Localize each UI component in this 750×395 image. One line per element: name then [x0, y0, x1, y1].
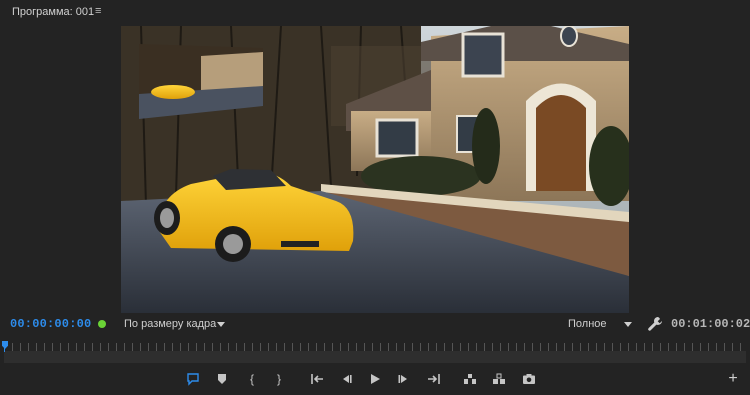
go-to-in-icon[interactable] [309, 371, 325, 387]
transport-controls: { } + [0, 368, 750, 392]
add-marker-icon[interactable] [185, 371, 201, 387]
play-icon[interactable] [367, 371, 383, 387]
marker-icon[interactable] [214, 371, 230, 387]
extract-icon[interactable] [491, 371, 507, 387]
monitor-controls: 00:00:00:00 По размеру кадра Полное 00:0… [0, 316, 750, 336]
chevron-down-icon [624, 321, 632, 327]
program-monitor [0, 24, 750, 316]
fit-dropdown-value: По размеру кадра [124, 318, 217, 330]
ruler-ticks [4, 343, 746, 351]
step-back-icon[interactable] [338, 371, 354, 387]
resolution-dropdown-value: Полное [568, 318, 607, 330]
panel-menu-icon[interactable]: ≡ [95, 5, 105, 17]
duration-timecode: 00:01:00:02 [671, 317, 750, 331]
add-button-icon[interactable]: + [726, 371, 740, 387]
video-frame-image [121, 26, 629, 313]
export-frame-icon[interactable] [521, 371, 537, 387]
step-forward-icon[interactable] [396, 371, 412, 387]
mark-out-icon[interactable]: } [271, 371, 287, 387]
status-indicator [98, 320, 106, 328]
fit-dropdown[interactable]: По размеру кадра [119, 316, 230, 332]
panel-header: Программа: 001 ≡ [0, 0, 750, 24]
panel-title[interactable]: Программа: 001 [12, 6, 94, 18]
scrub-track[interactable] [4, 351, 746, 363]
go-to-out-icon[interactable] [426, 371, 442, 387]
settings-wrench-icon[interactable] [647, 316, 663, 332]
video-frame[interactable] [121, 26, 629, 313]
chevron-down-icon [217, 321, 225, 327]
playhead-line [4, 348, 5, 352]
timeline-ruler[interactable] [0, 337, 750, 365]
resolution-dropdown[interactable]: Полное [563, 316, 637, 332]
mark-in-icon[interactable]: { [244, 371, 260, 387]
current-timecode[interactable]: 00:00:00:00 [10, 317, 91, 331]
lift-icon[interactable] [462, 371, 478, 387]
